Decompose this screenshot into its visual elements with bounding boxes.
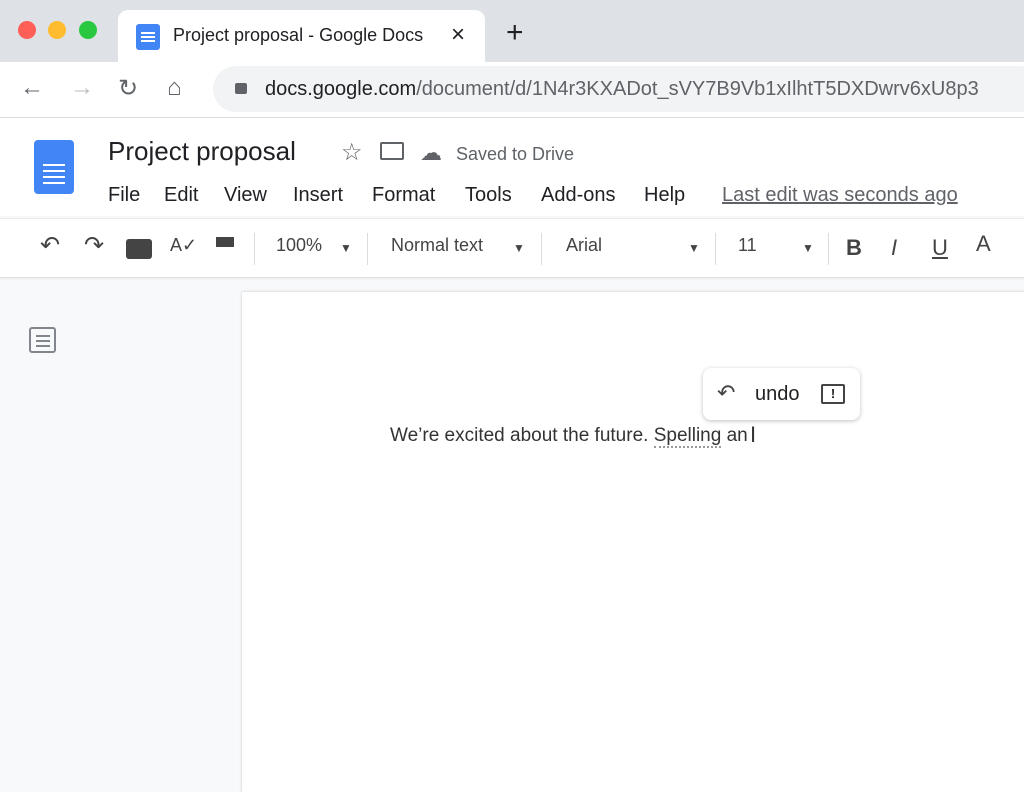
- reload-icon[interactable]: ↻: [118, 74, 138, 103]
- tab-close-icon[interactable]: ×: [451, 21, 465, 49]
- font-select[interactable]: Arial: [566, 235, 602, 256]
- undo-button[interactable]: undo: [755, 383, 800, 406]
- back-icon[interactable]: ←: [20, 74, 44, 102]
- docs-favicon-icon: [136, 24, 160, 50]
- menu-insert[interactable]: Insert: [293, 184, 343, 207]
- url-input[interactable]: docs.google.com/document/d/1N4r3KXADot_s…: [213, 66, 1024, 112]
- url-path: /document/d/1N4r3KXADot_sVY7B9Vb1xIlhtT5…: [416, 78, 979, 100]
- feedback-icon[interactable]: !: [821, 384, 845, 404]
- lock-icon: [235, 83, 247, 94]
- font-size-select[interactable]: 11: [738, 235, 757, 256]
- text-color-button[interactable]: A: [976, 231, 991, 257]
- document-title[interactable]: Project proposal: [108, 136, 296, 167]
- document-outline-icon[interactable]: [29, 327, 56, 353]
- docs-logo-icon[interactable]: [34, 140, 74, 194]
- undo-suggestion-popup: ↶ undo !: [703, 368, 860, 420]
- tab-title: Project proposal - Google Docs: [173, 25, 424, 45]
- forward-icon[interactable]: →: [70, 74, 94, 102]
- chevron-down-icon[interactable]: ▼: [513, 241, 525, 255]
- chevron-down-icon[interactable]: ▼: [688, 241, 700, 255]
- redo-icon[interactable]: ↷: [84, 231, 104, 260]
- text-run: We’re excited about the future.: [390, 425, 654, 446]
- menu-edit[interactable]: Edit: [164, 184, 198, 207]
- last-edit-link[interactable]: Last edit was seconds ago: [722, 184, 958, 207]
- spellcheck-icon[interactable]: A✓: [170, 235, 197, 256]
- style-select[interactable]: Normal text: [391, 235, 483, 256]
- italic-button[interactable]: I: [891, 235, 897, 261]
- chevron-down-icon[interactable]: ▼: [340, 241, 352, 255]
- star-icon[interactable]: ☆: [341, 138, 363, 167]
- document-text[interactable]: We’re excited about the future. Spelling…: [390, 425, 748, 448]
- bold-button[interactable]: B: [846, 235, 862, 261]
- paint-format-icon[interactable]: [216, 237, 234, 247]
- browser-tab-bar: Project proposal - Google Docs × +: [0, 0, 1024, 62]
- cloud-saved-icon[interactable]: ☁: [420, 140, 442, 166]
- formatting-toolbar: ↶ ↷ A✓ 100% ▼ Normal text ▼ Arial ▼ 11 ▼…: [0, 218, 1024, 485]
- menu-file[interactable]: File: [108, 184, 140, 207]
- underline-button[interactable]: U: [932, 235, 948, 261]
- document-page[interactable]: [242, 292, 1024, 792]
- address-bar-row: ← → ↻ ⌂ docs.google.com/document/d/1N4r3…: [0, 62, 1024, 118]
- chevron-down-icon[interactable]: ▼: [802, 241, 814, 255]
- saved-status: Saved to Drive: [456, 144, 575, 164]
- undo-icon[interactable]: ↶: [717, 380, 735, 406]
- zoom-select[interactable]: 100%: [276, 235, 322, 256]
- move-folder-icon[interactable]: [380, 142, 404, 160]
- url-domain: docs.google.com: [265, 78, 417, 100]
- menu-view[interactable]: View: [224, 184, 267, 207]
- text-run: an: [721, 425, 748, 446]
- misspelled-word[interactable]: Spelling: [653, 425, 722, 448]
- menu-addons[interactable]: Add-ons: [541, 184, 616, 207]
- text-cursor-icon: I: [750, 422, 757, 447]
- minimize-window-button[interactable]: [48, 21, 66, 39]
- undo-icon[interactable]: ↶: [40, 231, 60, 260]
- new-tab-button[interactable]: +: [506, 16, 524, 50]
- print-icon[interactable]: [126, 239, 152, 259]
- home-icon[interactable]: ⌂: [167, 74, 182, 102]
- menu-help[interactable]: Help: [644, 184, 685, 207]
- menu-format[interactable]: Format: [372, 184, 435, 207]
- browser-tab[interactable]: Project proposal - Google Docs ×: [118, 10, 485, 62]
- maximize-window-button[interactable]: [79, 21, 97, 39]
- close-window-button[interactable]: [18, 21, 36, 39]
- menu-tools[interactable]: Tools: [465, 184, 512, 207]
